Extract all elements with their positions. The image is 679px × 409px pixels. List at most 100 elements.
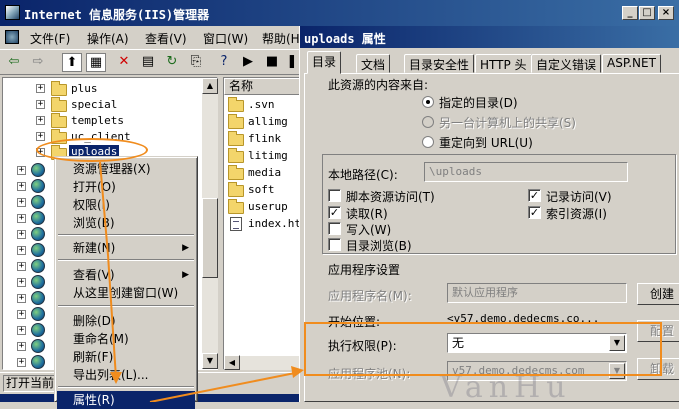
expand-icon[interactable]: + bbox=[17, 246, 26, 255]
expand-icon[interactable]: + bbox=[17, 310, 26, 319]
expand-icon[interactable]: + bbox=[17, 262, 26, 271]
unload-button[interactable]: 卸载 bbox=[637, 358, 679, 380]
ctx-item-export[interactable]: 导出列表(L)... bbox=[57, 366, 195, 384]
exec-perm-select[interactable]: 无 bbox=[447, 333, 627, 353]
ctx-item-permissions[interactable]: 权限(I) bbox=[57, 196, 195, 214]
list-item[interactable]: index.ht bbox=[226, 216, 300, 233]
export-icon[interactable]: ⎘ bbox=[186, 53, 206, 72]
checkbox-log-visits-label[interactable]: 记录访问(V) bbox=[546, 188, 612, 205]
list-hscrollbar[interactable]: ◀ bbox=[224, 355, 300, 370]
chevron-down-icon[interactable]: ▼ bbox=[609, 335, 625, 351]
expand-icon[interactable]: + bbox=[17, 358, 26, 367]
list-pane[interactable]: 名称 .svn allimg flink litimg media soft u… bbox=[223, 77, 301, 370]
list-item[interactable]: soft bbox=[226, 182, 300, 199]
checkbox-directory-browse[interactable] bbox=[328, 238, 341, 251]
scroll-left-icon[interactable]: ◀ bbox=[224, 355, 240, 370]
scroll-down-icon[interactable]: ▼ bbox=[202, 353, 218, 369]
ctx-item-explorer[interactable]: 资源管理器(X) bbox=[57, 160, 195, 178]
iis-titlebar[interactable]: Internet 信息服务(IIS)管理器 bbox=[0, 0, 679, 26]
expand-icon[interactable]: + bbox=[36, 116, 45, 125]
tree-row-special[interactable]: + special bbox=[3, 97, 203, 113]
list-item[interactable]: litimg bbox=[226, 148, 300, 165]
tree-row-uc-client[interactable]: + uc_client bbox=[3, 129, 203, 145]
forward-arrow-icon[interactable]: ⇨ bbox=[28, 53, 48, 72]
radio-redirect-url[interactable] bbox=[422, 136, 434, 148]
menu-file[interactable]: 文件(F) bbox=[30, 30, 70, 47]
checkbox-write[interactable] bbox=[328, 222, 341, 235]
expand-icon[interactable]: + bbox=[17, 326, 26, 335]
ctx-item-delete[interactable]: 删除(D) bbox=[57, 312, 195, 330]
scroll-thumb[interactable] bbox=[202, 198, 218, 278]
checkbox-log-visits[interactable]: ✓ bbox=[528, 189, 541, 202]
up-folder-icon[interactable]: ⬆ bbox=[62, 53, 82, 72]
expand-icon[interactable]: + bbox=[17, 230, 26, 239]
delete-icon[interactable]: ✕ bbox=[114, 53, 134, 72]
stop-icon[interactable]: ■ bbox=[262, 53, 282, 72]
refresh-icon[interactable]: ↻ bbox=[162, 53, 182, 72]
expand-icon[interactable]: + bbox=[36, 100, 45, 109]
list-item[interactable]: userup bbox=[226, 199, 300, 216]
expand-icon[interactable]: + bbox=[17, 214, 26, 223]
expand-icon[interactable]: + bbox=[17, 198, 26, 207]
expand-icon[interactable]: + bbox=[17, 166, 26, 175]
radio-network-share[interactable] bbox=[422, 116, 434, 128]
ctx-item-open[interactable]: 打开(O) bbox=[57, 178, 195, 196]
local-path-input[interactable]: \uploads bbox=[424, 162, 628, 182]
play-icon[interactable]: ▶ bbox=[238, 53, 258, 72]
radio-local-directory-label[interactable]: 指定的目录(D) bbox=[439, 94, 518, 111]
list-item[interactable]: allimg bbox=[226, 114, 300, 131]
menu-view[interactable]: 查看(V) bbox=[145, 30, 187, 47]
tree-row-plus[interactable]: + plus bbox=[3, 81, 203, 97]
ctx-item-new[interactable]: 新建(N) ▶ bbox=[57, 239, 195, 257]
config-button[interactable]: 配置 bbox=[637, 320, 679, 342]
tab-custom-errors[interactable]: 自定义错误 bbox=[531, 54, 602, 73]
checkbox-directory-browse-label[interactable]: 目录浏览(B) bbox=[346, 237, 412, 254]
tab-directory[interactable]: 目录 bbox=[307, 51, 342, 74]
radio-redirect-url-label[interactable]: 重定向到 URL(U) bbox=[439, 134, 533, 151]
tree-row-templets[interactable]: + templets bbox=[3, 113, 203, 129]
checkbox-read-label[interactable]: 读取(R) bbox=[346, 205, 388, 222]
tab-documents[interactable]: 文档 bbox=[356, 54, 391, 73]
expand-icon[interactable]: + bbox=[17, 294, 26, 303]
column-header-name[interactable]: 名称 bbox=[224, 78, 300, 95]
checkbox-script-access-label[interactable]: 脚本资源访问(T) bbox=[346, 188, 435, 205]
checkbox-script-access[interactable] bbox=[328, 189, 341, 202]
expand-icon[interactable]: + bbox=[17, 182, 26, 191]
properties-titlebar[interactable]: uploads 属性 bbox=[300, 26, 679, 48]
tree-scrollbar[interactable]: ▲ ▼ bbox=[202, 78, 218, 369]
help-icon[interactable]: ? bbox=[214, 53, 234, 72]
expand-icon[interactable]: + bbox=[17, 342, 26, 351]
scroll-up-icon[interactable]: ▲ bbox=[202, 78, 218, 94]
ctx-item-browse[interactable]: 浏览(B) bbox=[57, 214, 195, 232]
ctx-item-refresh[interactable]: 刷新(F) bbox=[57, 348, 195, 366]
system-menu-icon[interactable] bbox=[5, 30, 19, 44]
expand-icon[interactable]: + bbox=[36, 84, 45, 93]
tab-directory-security[interactable]: 目录安全性 bbox=[404, 54, 475, 73]
maximize-button[interactable]: □ bbox=[639, 6, 655, 20]
chevron-down-icon[interactable]: ▼ bbox=[609, 363, 625, 379]
ctx-item-properties[interactable]: 属性(R) bbox=[57, 391, 195, 409]
tab-http-headers[interactable]: HTTP 头 bbox=[475, 54, 532, 73]
expand-icon[interactable]: + bbox=[17, 278, 26, 287]
app-name-input[interactable]: 默认应用程序 bbox=[447, 283, 627, 303]
checkbox-index-resource-label[interactable]: 索引资源(I) bbox=[546, 205, 607, 222]
ctx-item-view[interactable]: 查看(V) ▶ bbox=[57, 266, 195, 284]
expand-icon[interactable]: + bbox=[36, 148, 45, 157]
checkbox-write-label[interactable]: 写入(W) bbox=[346, 221, 391, 238]
ctx-item-rename[interactable]: 重命名(M) bbox=[57, 330, 195, 348]
list-item[interactable]: media bbox=[226, 165, 300, 182]
close-button[interactable]: × bbox=[658, 6, 674, 20]
minimize-button[interactable]: _ bbox=[622, 6, 638, 20]
radio-network-share-label[interactable]: 另一台计算机上的共享(S) bbox=[439, 114, 576, 131]
properties-icon[interactable]: ▤ bbox=[138, 53, 158, 72]
show-tree-icon[interactable]: ▦ bbox=[86, 53, 106, 72]
expand-icon[interactable]: + bbox=[36, 132, 45, 141]
ctx-item-new-window[interactable]: 从这里创建窗口(W) bbox=[57, 284, 195, 302]
checkbox-read[interactable]: ✓ bbox=[328, 206, 341, 219]
back-arrow-icon[interactable]: ⇦ bbox=[4, 53, 24, 72]
menu-action[interactable]: 操作(A) bbox=[87, 30, 129, 47]
menu-window[interactable]: 窗口(W) bbox=[203, 30, 248, 47]
list-item[interactable]: .svn bbox=[226, 97, 300, 114]
create-button[interactable]: 创建 bbox=[637, 283, 679, 305]
checkbox-index-resource[interactable]: ✓ bbox=[528, 206, 541, 219]
